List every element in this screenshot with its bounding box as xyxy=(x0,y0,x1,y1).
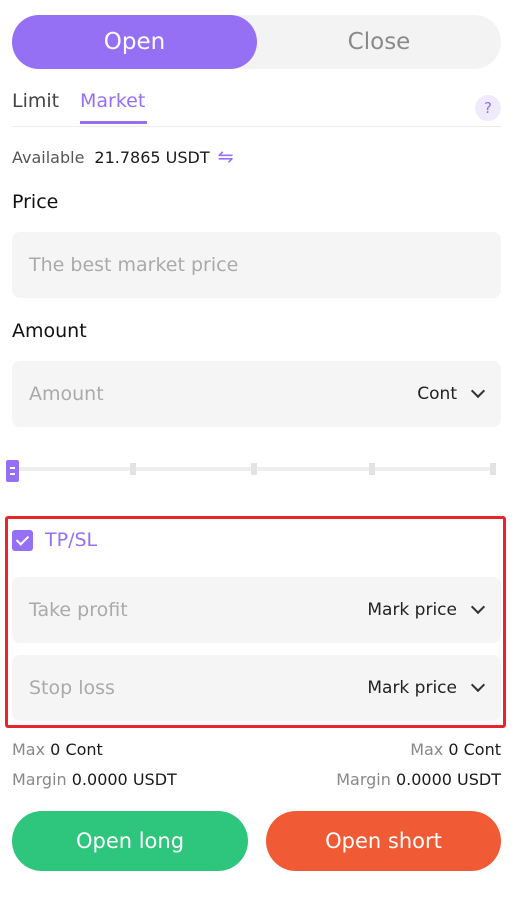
close-tab-button[interactable]: Close xyxy=(257,15,501,69)
long-max-info: Max 0 Cont xyxy=(12,740,103,759)
amount-input[interactable]: Amount Cont xyxy=(12,361,501,427)
available-balance: Available 21.7865 USDT ⇋ xyxy=(12,146,234,168)
long-max-value: 0 Cont xyxy=(50,740,103,759)
amount-label: Amount xyxy=(12,320,87,342)
help-icon[interactable]: ? xyxy=(475,95,501,121)
chevron-down-icon xyxy=(470,677,486,693)
transfer-icon[interactable]: ⇋ xyxy=(218,146,234,168)
available-label: Available xyxy=(12,147,85,167)
amount-unit-select[interactable]: Cont xyxy=(417,383,486,404)
take-profit-placeholder: Take profit xyxy=(29,599,128,621)
tpsl-checkbox[interactable] xyxy=(12,530,33,551)
short-margin-info: Margin 0.0000 USDT xyxy=(336,770,501,789)
take-profit-input[interactable]: Take profit Mark price xyxy=(12,577,501,643)
stop-loss-trigger-select[interactable]: Mark price xyxy=(367,677,486,698)
tab-limit[interactable]: Limit xyxy=(12,90,59,112)
order-type-tabs: Limit Market ? xyxy=(12,86,501,127)
open-close-toggle: Open Close xyxy=(12,15,501,69)
slider-tick-75[interactable] xyxy=(369,463,375,475)
amount-unit-label: Cont xyxy=(417,384,457,404)
amount-placeholder: Amount xyxy=(29,383,104,405)
short-margin-label: Margin xyxy=(336,770,391,789)
open-short-button[interactable]: Open short xyxy=(266,811,501,871)
long-margin-value: 0.0000 USDT xyxy=(71,770,177,789)
take-profit-trigger-select[interactable]: Mark price xyxy=(367,599,486,620)
chevron-down-icon xyxy=(470,383,486,399)
short-margin-value: 0.0000 USDT xyxy=(395,770,501,789)
tab-market[interactable]: Market xyxy=(80,90,148,124)
long-max-label: Max xyxy=(12,740,46,759)
stop-loss-placeholder: Stop loss xyxy=(29,677,115,699)
amount-slider[interactable] xyxy=(6,455,496,485)
stop-loss-trigger-label: Mark price xyxy=(367,678,457,698)
available-value: 21.7865 USDT xyxy=(94,147,210,167)
price-placeholder: The best market price xyxy=(29,254,239,276)
tpsl-label[interactable]: TP/SL xyxy=(45,529,97,551)
take-profit-trigger-label: Mark price xyxy=(367,600,457,620)
price-label: Price xyxy=(12,191,59,213)
short-max-value: 0 Cont xyxy=(448,740,501,759)
slider-handle[interactable] xyxy=(6,460,19,482)
long-margin-label: Margin xyxy=(12,770,67,789)
open-tab-button[interactable]: Open xyxy=(12,15,257,69)
open-long-button[interactable]: Open long xyxy=(12,811,248,871)
chevron-down-icon xyxy=(470,599,486,615)
long-margin-info: Margin 0.0000 USDT xyxy=(12,770,177,789)
stop-loss-input[interactable]: Stop loss Mark price xyxy=(12,655,501,721)
short-max-info: Max 0 Cont xyxy=(410,740,501,759)
slider-tick-50[interactable] xyxy=(251,463,257,475)
price-input[interactable]: The best market price xyxy=(12,232,501,298)
slider-tick-25[interactable] xyxy=(130,463,136,475)
slider-tick-100[interactable] xyxy=(490,463,496,475)
short-max-label: Max xyxy=(410,740,444,759)
